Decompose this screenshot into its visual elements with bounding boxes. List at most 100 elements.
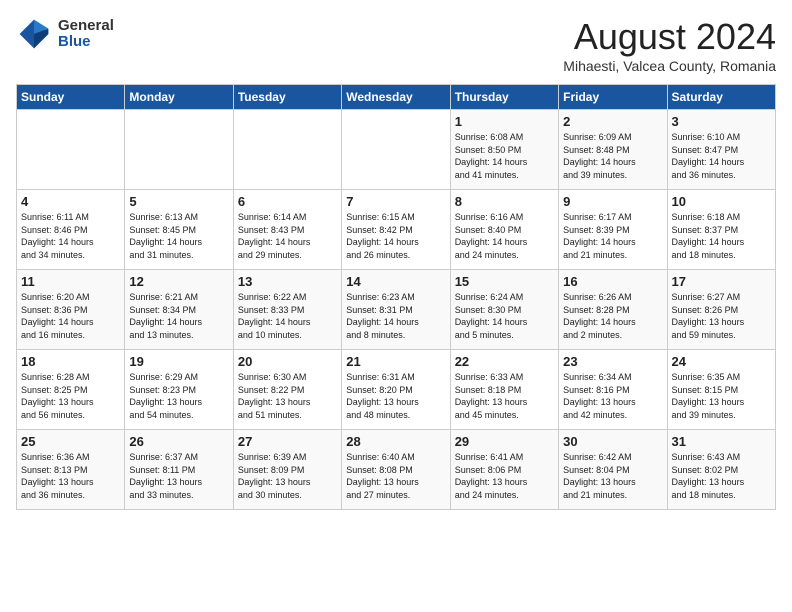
day-number: 15 xyxy=(455,274,554,289)
day-number: 16 xyxy=(563,274,662,289)
day-cell: 25 Sunrise: 6:36 AM Sunset: 8:13 PM Dayli… xyxy=(17,430,125,510)
day-cell: 14Sunrise: 6:23 AM Sunset: 8:31 PM Dayli… xyxy=(342,270,450,350)
day-number: 14 xyxy=(346,274,445,289)
day-cell: 18 Sunrise: 6:28 AM Sunset: 8:25 PM Dayli… xyxy=(17,350,125,430)
day-number: 28 xyxy=(346,434,445,449)
day-number: 26 xyxy=(129,434,228,449)
title-area: August 2024 Mihaesti, Valcea County, Rom… xyxy=(563,16,776,74)
day-cell: 10 Sunrise: 6:18 AM Sunset: 8:37 PM Dayli… xyxy=(667,190,775,270)
day-info: Sunrise: 6:40 AM Sunset: 8:08 PM Dayligh… xyxy=(346,451,445,501)
day-cell xyxy=(233,110,341,190)
logo-blue: Blue xyxy=(58,34,114,51)
day-number: 25 xyxy=(21,434,120,449)
day-cell: 5Sunrise: 6:13 AM Sunset: 8:45 PM Daylig… xyxy=(125,190,233,270)
week-row-3: 11Sunrise: 6:20 AM Sunset: 8:36 PM Dayli… xyxy=(17,270,776,350)
day-cell: 26 Sunrise: 6:37 AM Sunset: 8:11 PM Dayli… xyxy=(125,430,233,510)
header-row: SundayMondayTuesdayWednesdayThursdayFrid… xyxy=(17,85,776,110)
day-info: Sunrise: 6:08 AM Sunset: 8:50 PM Dayligh… xyxy=(455,131,554,181)
day-cell: 4Sunrise: 6:11 AM Sunset: 8:46 PM Daylig… xyxy=(17,190,125,270)
day-cell: 20 Sunrise: 6:30 AM Sunset: 8:22 PM Dayli… xyxy=(233,350,341,430)
day-cell: 11Sunrise: 6:20 AM Sunset: 8:36 PM Dayli… xyxy=(17,270,125,350)
day-number: 29 xyxy=(455,434,554,449)
day-header-friday: Friday xyxy=(559,85,667,110)
day-cell xyxy=(17,110,125,190)
week-row-5: 25 Sunrise: 6:36 AM Sunset: 8:13 PM Dayli… xyxy=(17,430,776,510)
day-cell: 6 Sunrise: 6:14 AM Sunset: 8:43 PM Daylig… xyxy=(233,190,341,270)
day-header-thursday: Thursday xyxy=(450,85,558,110)
day-info: Sunrise: 6:42 AM Sunset: 8:04 PM Dayligh… xyxy=(563,451,662,501)
day-cell: 19 Sunrise: 6:29 AM Sunset: 8:23 PM Dayli… xyxy=(125,350,233,430)
logo-text: General Blue xyxy=(58,18,114,51)
day-header-saturday: Saturday xyxy=(667,85,775,110)
logo-general: General xyxy=(58,18,114,35)
day-info: Sunrise: 6:18 AM Sunset: 8:37 PM Dayligh… xyxy=(672,211,771,261)
day-info: Sunrise: 6:27 AM Sunset: 8:26 PM Dayligh… xyxy=(672,291,771,341)
day-number: 22 xyxy=(455,354,554,369)
day-cell: 15 Sunrise: 6:24 AM Sunset: 8:30 PM Dayli… xyxy=(450,270,558,350)
day-number: 12 xyxy=(129,274,228,289)
day-info: Sunrise: 6:30 AM Sunset: 8:22 PM Dayligh… xyxy=(238,371,337,421)
day-header-monday: Monday xyxy=(125,85,233,110)
day-cell: 3 Sunrise: 6:10 AM Sunset: 8:47 PM Daylig… xyxy=(667,110,775,190)
day-info: Sunrise: 6:09 AM Sunset: 8:48 PM Dayligh… xyxy=(563,131,662,181)
day-cell: 7Sunrise: 6:15 AM Sunset: 8:42 PM Daylig… xyxy=(342,190,450,270)
day-number: 13 xyxy=(238,274,337,289)
day-cell xyxy=(125,110,233,190)
day-cell: 16Sunrise: 6:26 AM Sunset: 8:28 PM Dayli… xyxy=(559,270,667,350)
day-info: Sunrise: 6:17 AM Sunset: 8:39 PM Dayligh… xyxy=(563,211,662,261)
day-number: 11 xyxy=(21,274,120,289)
day-info: Sunrise: 6:41 AM Sunset: 8:06 PM Dayligh… xyxy=(455,451,554,501)
day-info: Sunrise: 6:21 AM Sunset: 8:34 PM Dayligh… xyxy=(129,291,228,341)
day-number: 17 xyxy=(672,274,771,289)
day-number: 2 xyxy=(563,114,662,129)
week-row-2: 4Sunrise: 6:11 AM Sunset: 8:46 PM Daylig… xyxy=(17,190,776,270)
day-info: Sunrise: 6:33 AM Sunset: 8:18 PM Dayligh… xyxy=(455,371,554,421)
day-cell: 8 Sunrise: 6:16 AM Sunset: 8:40 PM Daylig… xyxy=(450,190,558,270)
day-cell: 28 Sunrise: 6:40 AM Sunset: 8:08 PM Dayli… xyxy=(342,430,450,510)
day-cell: 9 Sunrise: 6:17 AM Sunset: 8:39 PM Daylig… xyxy=(559,190,667,270)
day-header-sunday: Sunday xyxy=(17,85,125,110)
day-info: Sunrise: 6:11 AM Sunset: 8:46 PM Dayligh… xyxy=(21,211,120,261)
day-info: Sunrise: 6:37 AM Sunset: 8:11 PM Dayligh… xyxy=(129,451,228,501)
day-info: Sunrise: 6:28 AM Sunset: 8:25 PM Dayligh… xyxy=(21,371,120,421)
week-row-4: 18 Sunrise: 6:28 AM Sunset: 8:25 PM Dayli… xyxy=(17,350,776,430)
calendar-table: SundayMondayTuesdayWednesdayThursdayFrid… xyxy=(16,84,776,510)
day-number: 21 xyxy=(346,354,445,369)
day-cell: 1Sunrise: 6:08 AM Sunset: 8:50 PM Daylig… xyxy=(450,110,558,190)
day-info: Sunrise: 6:43 AM Sunset: 8:02 PM Dayligh… xyxy=(672,451,771,501)
day-number: 30 xyxy=(563,434,662,449)
day-number: 10 xyxy=(672,194,771,209)
day-number: 3 xyxy=(672,114,771,129)
day-info: Sunrise: 6:29 AM Sunset: 8:23 PM Dayligh… xyxy=(129,371,228,421)
logo-icon xyxy=(16,16,52,52)
day-cell: 27Sunrise: 6:39 AM Sunset: 8:09 PM Dayli… xyxy=(233,430,341,510)
day-number: 7 xyxy=(346,194,445,209)
day-cell: 21Sunrise: 6:31 AM Sunset: 8:20 PM Dayli… xyxy=(342,350,450,430)
day-header-tuesday: Tuesday xyxy=(233,85,341,110)
month-year: August 2024 xyxy=(563,16,776,58)
day-info: Sunrise: 6:24 AM Sunset: 8:30 PM Dayligh… xyxy=(455,291,554,341)
day-info: Sunrise: 6:36 AM Sunset: 8:13 PM Dayligh… xyxy=(21,451,120,501)
day-cell: 12 Sunrise: 6:21 AM Sunset: 8:34 PM Dayli… xyxy=(125,270,233,350)
day-number: 6 xyxy=(238,194,337,209)
day-number: 24 xyxy=(672,354,771,369)
day-number: 9 xyxy=(563,194,662,209)
day-cell: 2 Sunrise: 6:09 AM Sunset: 8:48 PM Daylig… xyxy=(559,110,667,190)
day-number: 19 xyxy=(129,354,228,369)
day-cell: 30 Sunrise: 6:42 AM Sunset: 8:04 PM Dayli… xyxy=(559,430,667,510)
day-number: 18 xyxy=(21,354,120,369)
day-number: 31 xyxy=(672,434,771,449)
day-number: 20 xyxy=(238,354,337,369)
day-info: Sunrise: 6:16 AM Sunset: 8:40 PM Dayligh… xyxy=(455,211,554,261)
day-info: Sunrise: 6:14 AM Sunset: 8:43 PM Dayligh… xyxy=(238,211,337,261)
logo: General Blue xyxy=(16,16,114,52)
day-number: 5 xyxy=(129,194,228,209)
day-number: 8 xyxy=(455,194,554,209)
day-cell: 23Sunrise: 6:34 AM Sunset: 8:16 PM Dayli… xyxy=(559,350,667,430)
day-info: Sunrise: 6:35 AM Sunset: 8:15 PM Dayligh… xyxy=(672,371,771,421)
day-info: Sunrise: 6:10 AM Sunset: 8:47 PM Dayligh… xyxy=(672,131,771,181)
day-number: 27 xyxy=(238,434,337,449)
day-cell: 31 Sunrise: 6:43 AM Sunset: 8:02 PM Dayli… xyxy=(667,430,775,510)
header: General Blue August 2024 Mihaesti, Valce… xyxy=(16,16,776,74)
week-row-1: 1Sunrise: 6:08 AM Sunset: 8:50 PM Daylig… xyxy=(17,110,776,190)
